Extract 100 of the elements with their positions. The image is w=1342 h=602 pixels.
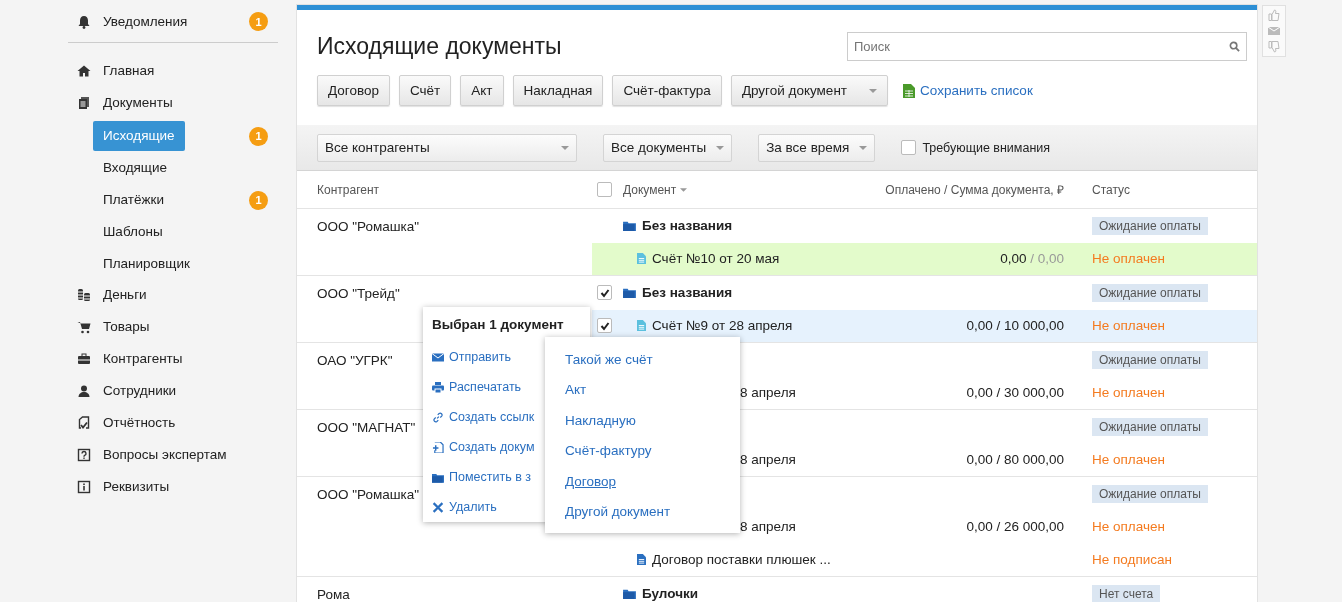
nav-item[interactable]: Товары [68,312,278,341]
status-tag: Ожидание оплаты [1092,284,1208,302]
select-all-checkbox[interactable] [597,182,612,197]
search-field[interactable]: Поиск [847,32,1247,61]
spreadsheet-file-icon [903,83,916,98]
nav-item[interactable]: Деньги [68,280,278,309]
submenu-item[interactable]: Накладную [565,406,636,438]
nav-subitem[interactable]: Платёжки [93,185,174,215]
amount-text: 0,00 / 0,00 [1000,251,1064,266]
sortable-column-header[interactable]: Документ [623,182,688,197]
cart-icon [77,319,91,334]
payment-status: Не оплачен [1092,318,1166,333]
nav-item[interactable]: Отчётность [68,408,278,437]
amount-text: 0,00 / 10 000,00 [966,318,1064,333]
document-folder-title[interactable]: Без названия [642,218,733,233]
payment-status: Не подписан [1092,552,1173,567]
popup-action[interactable]: Распечатать [432,372,522,402]
submenu-item[interactable]: Такой же счёт [565,346,653,377]
submenu-item[interactable]: Акт [565,376,587,407]
contractor-dropdown[interactable]: Все контрагенты [317,133,577,162]
nav-item[interactable]: Вопросы экспертам [68,440,278,469]
popup-action[interactable]: Создать ссылк [432,402,535,432]
document-link[interactable]: 8 апреля [740,385,796,400]
payment-status: Не оплачен [1092,452,1166,467]
nav-subitem[interactable]: Входящие [93,153,177,183]
popup-action[interactable]: Поместить в з [432,462,531,492]
house-icon [77,63,91,78]
create-document-button[interactable]: Договор [317,75,390,106]
caret-icon [859,145,868,150]
thumbs-up-icon[interactable] [1268,9,1280,21]
envelope-icon [432,351,444,363]
submenu-item[interactable]: Другой документ [565,497,671,529]
submenu-item[interactable]: Счёт-фактуру [565,437,652,468]
contractor-name: ОАО "УГРК" [317,352,393,368]
checkbox[interactable] [597,318,612,333]
submenu-item[interactable]: Договор [565,467,616,498]
document-plus-icon [432,441,444,453]
document-link[interactable]: Счёт №9 от 28 апреля [652,318,793,333]
document-link[interactable]: 8 апреля [740,452,796,467]
briefcase-icon [77,351,91,366]
payment-status: Не оплачен [1092,251,1166,266]
amount-text: 0,00 / 30 000,00 [966,385,1064,400]
close-icon [432,501,444,513]
count-badge: 1 [249,190,268,210]
coins-icon [77,287,91,302]
status-tag: Ожидание оплаты [1092,485,1208,503]
status-tag: Ожидание оплаты [1092,351,1208,369]
popup-action[interactable]: Отправить [432,342,511,372]
document-link[interactable]: Счёт №10 от 20 мая [652,251,780,266]
checkbox[interactable] [597,285,612,300]
period-dropdown[interactable]: За все время [758,133,876,162]
create-document-button[interactable]: Акт [460,75,504,106]
nav-item[interactable]: Сотрудники [68,376,278,405]
person-icon [77,383,91,398]
caret-icon [716,145,725,150]
status-tag: Нет счета [1092,585,1161,602]
nav-item[interactable]: Реквизиты [68,472,278,501]
status-tag: Ожидание оплаты [1092,418,1208,436]
folder-icon [623,588,636,599]
create-document-button[interactable]: Счёт-фактура [612,75,722,106]
contractor-name: Рома [317,586,350,602]
payment-status: Не оплачен [1092,385,1166,400]
envelope-icon[interactable] [1268,25,1280,37]
popup-action[interactable]: Создать докум [432,432,535,462]
contractor-name: ООО "Ромашка" [317,218,420,234]
popup-action[interactable]: Удалить [432,492,497,522]
document-link[interactable]: Договор поставки плюшек ... [652,552,831,567]
nav-subitem[interactable]: Планировщик [93,249,200,279]
document-icon [637,554,646,565]
nav-subitem[interactable]: Шаблоны [93,217,173,247]
column-header: Контрагент [317,182,381,197]
nav-item[interactable]: Документы [68,88,278,117]
sort-caret-icon [680,187,688,192]
contractor-name: ООО "Ромашка" [317,486,420,502]
popup-title: Выбран 1 документ [432,317,565,332]
documents-icon [77,95,91,110]
document-folder-title[interactable]: Булочки [642,586,699,601]
create-document-button[interactable]: Другой документ [730,75,889,106]
document-folder-title[interactable]: Без названия [642,285,733,300]
link-icon [432,411,444,423]
create-document-button[interactable]: Накладная [512,75,604,106]
document-type-dropdown[interactable]: Все документы [603,133,733,162]
document-icon [637,320,646,331]
count-badge: 1 [249,126,268,146]
page-title: Исходящие документы [317,33,562,60]
info-icon [77,479,91,494]
nav-item[interactable]: Контрагенты [68,344,278,373]
nav-item[interactable]: Главная [68,56,278,85]
checkbox[interactable] [901,140,917,155]
contractor-name: ООО "Трейд" [317,285,400,301]
document-icon [637,253,646,264]
printer-icon [432,381,444,393]
notifications-item[interactable]: Уведомления 1 [68,7,278,36]
bell-icon [77,14,91,29]
thumbs-down-icon[interactable] [1268,41,1280,53]
save-list-link[interactable]: Сохранить список [920,83,1033,98]
document-link[interactable]: 8 апреля [740,519,796,534]
create-document-button[interactable]: Счёт [399,75,452,106]
checkbox-label: Требующие внимания [922,140,1051,155]
folder-icon [623,287,636,298]
